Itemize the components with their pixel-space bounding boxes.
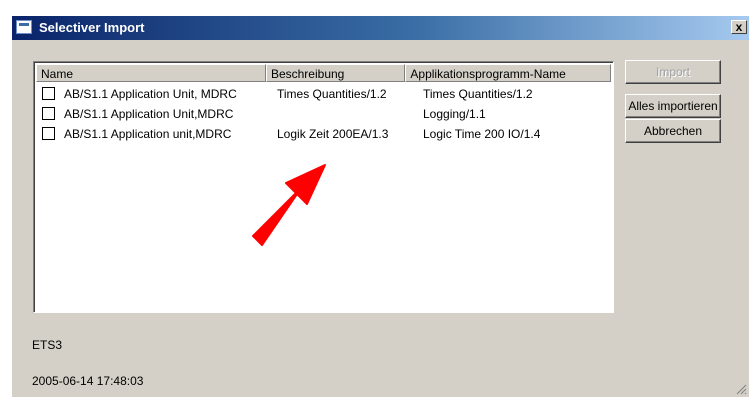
import-all-button[interactable]: Alles importieren <box>625 94 721 118</box>
status-product: ETS3 <box>32 338 63 352</box>
column-header-description[interactable]: Beschreibung <box>265 64 406 82</box>
list-rows: AB/S1.1 Application Unit, MDRC Times Qua… <box>36 84 611 144</box>
title-bar[interactable]: Selectiver Import x <box>12 16 749 40</box>
row-description: Times Quantities/1.2 <box>277 87 387 101</box>
list-row[interactable]: AB/S1.1 Application Unit,MDRC Logging/1.… <box>36 104 611 124</box>
row-checkbox[interactable] <box>42 127 55 140</box>
row-name: AB/S1.1 Application Unit, MDRC <box>64 87 237 101</box>
list-row[interactable]: AB/S1.1 Application unit,MDRC Logik Zeit… <box>36 124 611 144</box>
row-name: AB/S1.1 Application Unit,MDRC <box>64 107 234 121</box>
row-description: Logik Zeit 200EA/1.3 <box>277 127 389 141</box>
row-checkbox[interactable] <box>42 87 55 100</box>
close-button[interactable]: x <box>731 20 747 34</box>
column-header-application-name[interactable]: Applikationsprogramm-Name <box>405 64 611 82</box>
list-row[interactable]: AB/S1.1 Application Unit, MDRC Times Qua… <box>36 84 611 104</box>
window-title: Selectiver Import <box>39 20 145 35</box>
list-header: Name Beschreibung Applikationsprogramm-N… <box>36 64 611 82</box>
row-name: AB/S1.1 Application unit,MDRC <box>64 127 232 141</box>
row-application-name: Logic Time 200 IO/1.4 <box>423 127 541 141</box>
row-application-name: Times Quantities/1.2 <box>423 87 533 101</box>
cancel-button[interactable]: Abbrechen <box>625 119 721 143</box>
import-dialog: Selectiver Import x Name Beschreibung Ap… <box>11 15 749 397</box>
status-timestamp: 2005-06-14 17:48:03 <box>32 374 144 388</box>
resize-grip-icon[interactable] <box>735 383 747 395</box>
row-checkbox[interactable] <box>42 107 55 120</box>
row-application-name: Logging/1.1 <box>423 107 486 121</box>
window-icon <box>16 20 32 34</box>
application-list[interactable]: Name Beschreibung Applikationsprogramm-N… <box>33 61 614 313</box>
column-header-name[interactable]: Name <box>36 64 266 82</box>
import-button[interactable]: Import <box>625 60 721 84</box>
